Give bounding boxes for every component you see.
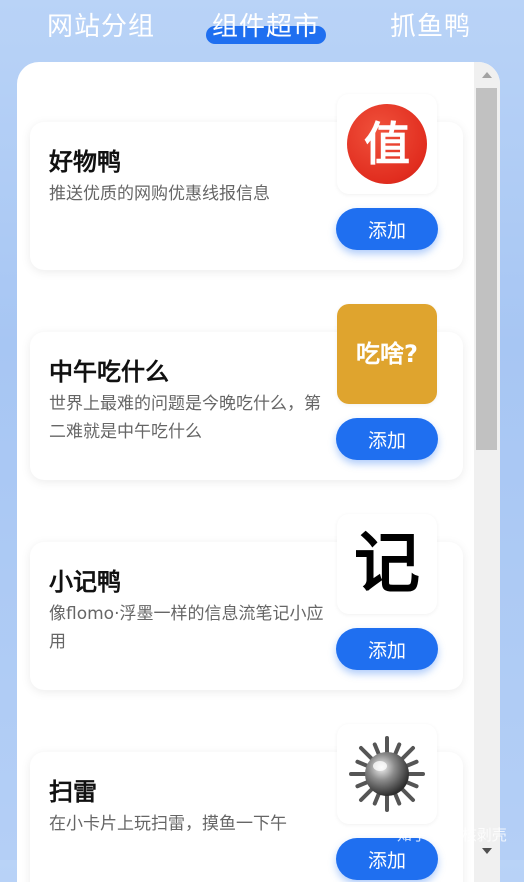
widget-icon-box: [337, 724, 437, 824]
chisha-icon: 吃啥?: [337, 304, 437, 404]
widget-card-haowuya: 好物鸭 推送优质的网购优惠线报信息 值 添加: [30, 94, 463, 270]
widget-icon-box: 记: [337, 514, 437, 614]
widget-description: 世界上最难的问题是今晚吃什么，第二难就是中午吃什么: [49, 394, 321, 442]
tab-widget-market[interactable]: 组件超市: [212, 6, 320, 43]
zhi-red-circle-icon: 值: [347, 104, 427, 184]
widget-title: 小记鸭: [49, 568, 121, 596]
widget-icon-box: 值: [337, 94, 437, 194]
widget-list-panel: 好物鸭 推送优质的网购优惠线报信息 值 添加 中午吃什么 世界上最难的问题是今晚…: [17, 62, 500, 882]
scroll-down-arrow-icon[interactable]: [482, 848, 492, 854]
widget-title: 好物鸭: [49, 148, 121, 176]
widget-card-xiaojiya: 小记鸭 像flomo·浮墨一样的信息流笔记小应用 记 添加: [30, 514, 463, 690]
widget-description: 推送优质的网购优惠线报信息: [49, 184, 270, 204]
add-button[interactable]: 添加: [336, 628, 438, 670]
scrollbar-thumb[interactable]: [476, 88, 497, 450]
top-tab-bar: 网站分组 组件超市 抓鱼鸭: [0, 0, 524, 56]
watermark-text: 知乎 @果核剥壳: [397, 826, 507, 844]
scroll-up-arrow-icon[interactable]: [482, 72, 492, 78]
widget-card-minesweeper: 扫雷 在小卡片上玩扫雷，摸鱼一下午 添加: [30, 724, 463, 882]
ji-icon: 记: [354, 525, 420, 602]
widget-description: 在小卡片上玩扫雷，摸鱼一下午: [49, 814, 287, 834]
widget-icon-box: 吃啥?: [337, 304, 437, 404]
tab-website-groups[interactable]: 网站分组: [47, 6, 155, 43]
tab-zhuayuya[interactable]: 抓鱼鸭: [390, 6, 471, 43]
widget-description: 像flomo·浮墨一样的信息流笔记小应用: [49, 604, 324, 652]
widget-title: 扫雷: [49, 778, 97, 806]
vertical-scrollbar[interactable]: [474, 62, 500, 882]
widget-title: 中午吃什么: [49, 358, 169, 386]
minesweeper-mine-icon: [349, 736, 425, 812]
widget-card-lunch: 中午吃什么 世界上最难的问题是今晚吃什么，第二难就是中午吃什么 吃啥? 添加: [30, 304, 463, 480]
add-button[interactable]: 添加: [336, 208, 438, 250]
add-button[interactable]: 添加: [336, 418, 438, 460]
